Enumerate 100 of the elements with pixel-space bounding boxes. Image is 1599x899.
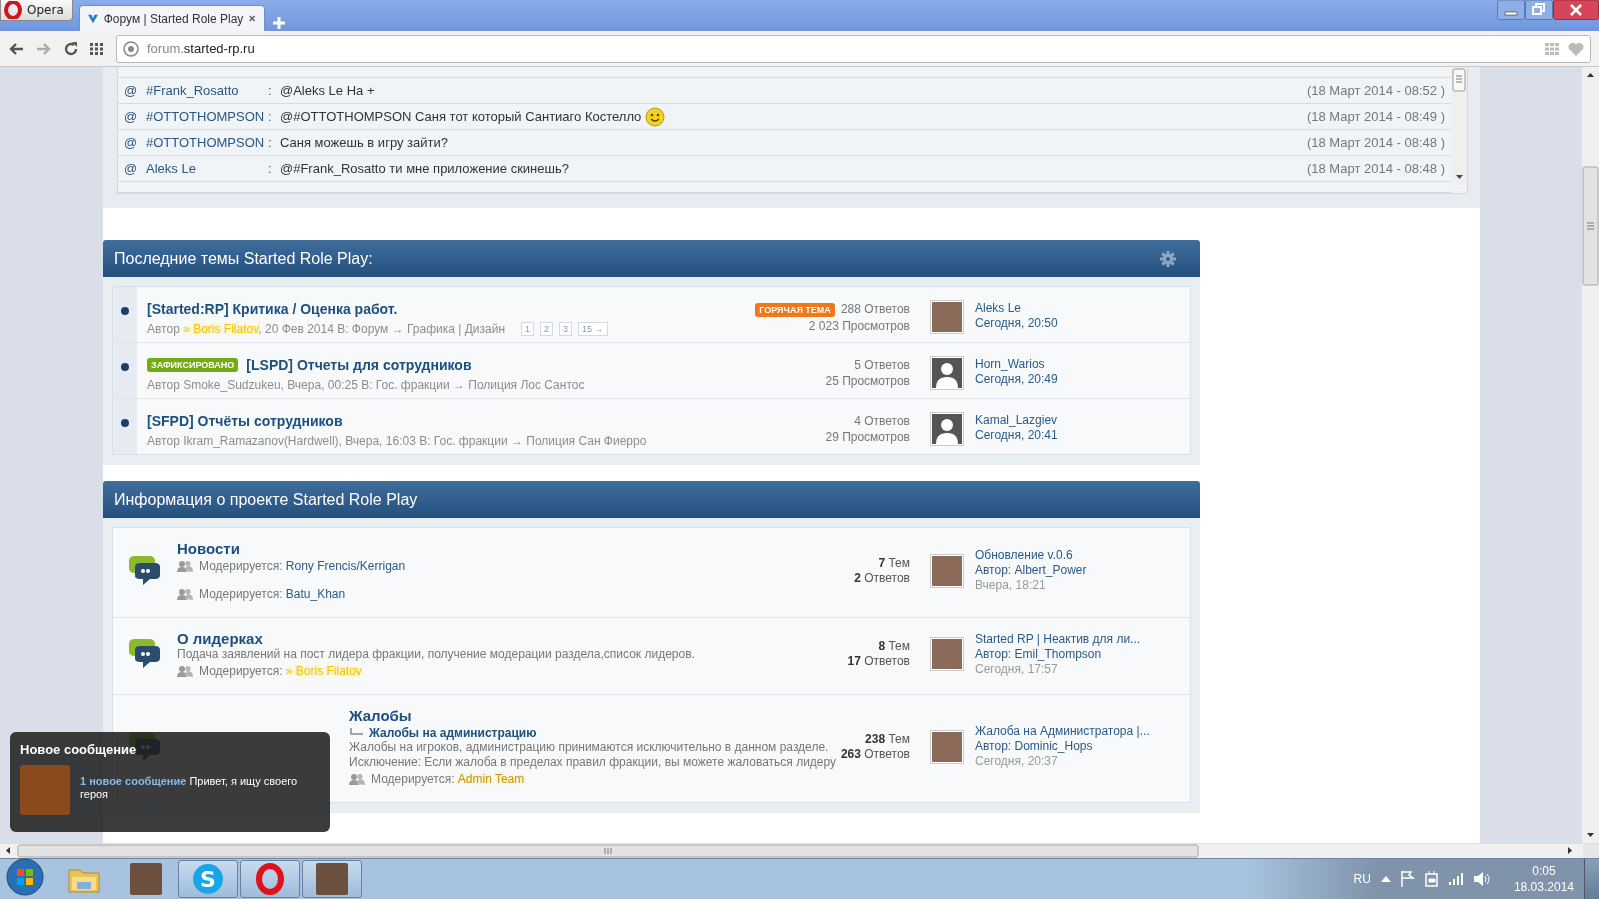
replies-count: 263 Ответов <box>840 746 910 762</box>
separator-text: : <box>268 83 273 98</box>
avatar-photo-placeholder <box>930 300 964 334</box>
taskbar-app-button[interactable] <box>302 860 362 898</box>
vertical-scrollbar[interactable] <box>1582 67 1599 843</box>
speech-bubbles-icon <box>127 638 161 670</box>
topic-title-link[interactable]: [SFPD] Отчёты сотрудников <box>147 413 343 429</box>
separator-text: : <box>268 161 273 176</box>
topic-title-link[interactable]: [LSPD] Отчеты для сотрудников <box>246 357 472 373</box>
restore-icon[interactable] <box>1525 0 1553 20</box>
app-photo-placeholder <box>316 863 348 895</box>
speaker-icon[interactable] <box>1473 872 1490 886</box>
default-avatar-icon <box>930 412 964 446</box>
show-hidden-icons-arrow-icon[interactable] <box>1380 876 1391 882</box>
moderator-text: Модерируется: Rony Frencis/Kerrigan <box>199 559 406 573</box>
clock-time: 0:05 <box>1531 863 1557 879</box>
back-arrow-icon[interactable] <box>8 41 24 56</box>
avatar-photo-placeholder <box>20 765 70 815</box>
last-post-time: Сегодня, 20:41 <box>975 428 1059 443</box>
forward-arrow-icon[interactable] <box>36 41 52 56</box>
grid-icon[interactable] <box>1545 42 1560 55</box>
last-poster-link[interactable]: Aleks Le <box>975 301 1190 316</box>
topics-count: 238 Тем <box>864 731 910 747</box>
last-post-link[interactable]: Обновление v.0.6 <box>975 548 1190 563</box>
chat-message-text: @#Frank_Rosatto ти мне приложение скинешь? <box>280 161 569 176</box>
browser-tab[interactable]: Форум | Started Role Play <box>78 5 265 31</box>
moderator-link[interactable]: Rony Frencis/Kerrigan <box>285 559 406 573</box>
moderator-link[interactable]: Batu_Khan <box>285 587 346 601</box>
last-poster-link[interactable]: Kamal_Lazgiev <box>975 413 1190 428</box>
opera-logo-icon <box>4 1 22 19</box>
moderator-text: Модерируется: » Boris Filatov <box>199 664 362 678</box>
message-time: (18 Март 2014 - 08:52 ) <box>1306 83 1445 98</box>
topics-count: 7 Тем <box>877 555 910 571</box>
show-desktop-button[interactable] <box>1584 859 1599 899</box>
forum-title-link[interactable]: О лидерках <box>177 630 848 647</box>
topic-title-link[interactable]: [Started:RP] Критика / Оценка работ. <box>147 301 398 317</box>
replies-count: 2 Ответов <box>854 570 910 586</box>
section-title: Информация о проекте Started Role Play <box>114 490 418 509</box>
smiley-icon <box>645 106 666 127</box>
flag-icon[interactable] <box>1400 871 1415 887</box>
subforum-link[interactable]: Жалобы на администрацию <box>369 726 537 740</box>
opera-logo-icon <box>255 863 285 895</box>
hot-topic-badge: ГОРЯЧАЯ ТЕМА <box>755 303 835 317</box>
forum-title-link[interactable]: Новости <box>177 540 855 557</box>
last-post-author: Автор: Emil_Thompson <box>975 646 1103 662</box>
moderator-text: Модерируется: Admin Team <box>371 772 525 786</box>
settings-gear-icon[interactable] <box>1160 250 1176 267</box>
views-count: 25 Просмотров <box>825 373 910 389</box>
separator-text: : <box>268 135 273 150</box>
chat-message-text: Саня можешь в игру зайти? <box>280 135 448 150</box>
avatar-photo-placeholder <box>930 729 964 764</box>
avatar-photo-placeholder <box>930 637 964 671</box>
topic-meta-text: Автор » Boris Filatov, 20 Фев 2014 В: Форум → Графика | Дизайн <box>147 322 506 336</box>
replies-count: 4 Ответов <box>854 414 910 428</box>
views-count: 29 Просмотров <box>825 429 910 445</box>
mention-link[interactable]: @ <box>124 83 146 98</box>
last-post-link[interactable]: Started RP | Неактив для ли... <box>975 631 1190 647</box>
power-plug-icon[interactable] <box>1424 871 1439 887</box>
address-field[interactable]: forum.started-rp.ru <box>116 34 1591 63</box>
mention-link[interactable]: @ <box>124 109 146 124</box>
users-icon <box>177 665 193 677</box>
forum-description: Подача заявлений на пост лидера фракции, получение модерации раздела,список лидеров. <box>177 647 696 662</box>
chat-scrollbar[interactable] <box>1451 67 1467 185</box>
signal-bars-icon[interactable] <box>1448 873 1464 885</box>
last-post-time: Сегодня, 20:49 <box>975 372 1059 387</box>
topic-meta-text: Автор Ikram_Ramazanov(Hardwell), Вчера, 16:03 В: Гос. фракции → Полиция Сан Фиерро <box>147 434 647 448</box>
avatar-photo-placeholder <box>930 553 964 588</box>
taskbar-app-button[interactable] <box>240 860 300 898</box>
horizontal-scrollbar[interactable] <box>0 844 1599 858</box>
bullet-dot-icon <box>121 363 129 371</box>
section-title: Последние темы Started Role Play: <box>114 249 373 268</box>
minimize-icon[interactable] <box>1497 0 1525 20</box>
mention-link[interactable]: @ <box>124 161 146 176</box>
mention-link[interactable]: @ <box>124 135 146 150</box>
chat-author-link[interactable]: Aleks Le <box>146 161 268 176</box>
last-post-time: Вчера, 18:21 <box>975 578 1047 593</box>
chat-author-link[interactable]: #OTTOTHOMPSON <box>146 109 268 124</box>
opera-menu-button[interactable]: Opera <box>0 0 73 21</box>
moderator-text: Модерируется: Batu_Khan <box>199 587 346 601</box>
new-message-link[interactable]: 1 новое сообщение <box>80 775 187 787</box>
notification-title: Новое сообщение <box>20 742 138 757</box>
chat-author-link[interactable]: #OTTOTHOMPSON <box>146 135 268 150</box>
last-post-time: Сегодня, 20:50 <box>975 316 1059 331</box>
new-tab-plus-icon[interactable] <box>270 15 287 31</box>
close-window-icon[interactable] <box>1553 0 1599 20</box>
views-count: 2 023 Просмотров <box>807 318 910 334</box>
start-button[interactable] <box>6 858 44 896</box>
last-post-author: Автор: Albert_Power <box>975 563 1088 578</box>
chat-author-link[interactable]: #Frank_Rosatto <box>146 83 268 98</box>
last-poster-link[interactable]: Horn_Warios <box>975 357 1190 372</box>
message-time: (18 Март 2014 - 08:48 ) <box>1306 161 1445 176</box>
replies-count: 5 Ответов <box>854 358 910 372</box>
last-post-time: Сегодня, 17:57 <box>975 661 1059 677</box>
default-avatar-icon <box>930 356 964 390</box>
heart-icon[interactable] <box>1568 41 1584 56</box>
close-icon[interactable] <box>249 14 256 23</box>
last-post-link[interactable]: Жалоба на Администратора |... <box>975 724 1190 739</box>
forum-title-link[interactable]: Жалобы <box>349 707 841 724</box>
speed-dial-grid-icon[interactable] <box>90 42 104 55</box>
reload-icon[interactable] <box>64 41 78 56</box>
